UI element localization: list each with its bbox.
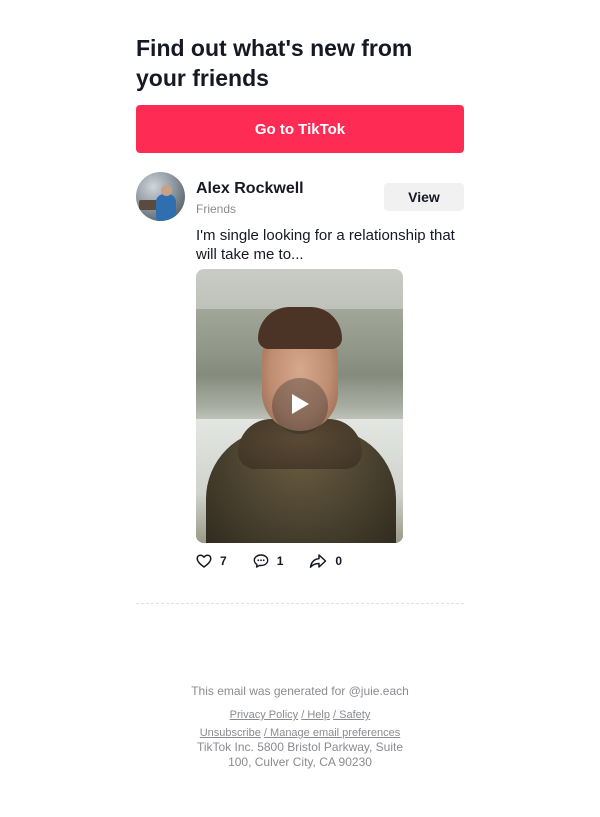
avatar-desk-shape [139, 200, 157, 210]
comment-icon [253, 553, 269, 569]
manage-preferences-link[interactable]: / Manage email preferences [264, 727, 400, 739]
heart-icon [196, 553, 212, 569]
shares-stat[interactable]: 0 [309, 553, 342, 569]
relation-label: Friends [196, 202, 237, 216]
video-hair-shape [258, 307, 342, 349]
comments-stat[interactable]: 1 [253, 553, 284, 569]
avatar-body-shape [156, 194, 176, 221]
footer-links-row-1: Privacy Policy / Help / Safety [0, 708, 600, 722]
play-icon [289, 392, 311, 421]
likes-stat[interactable]: 7 [196, 553, 227, 569]
video-thumbnail[interactable] [196, 269, 403, 543]
footer-links-row-2: Unsubscribe / Manage email preferences [0, 726, 600, 740]
comments-count: 1 [276, 554, 284, 568]
privacy-policy-link[interactable]: Privacy Policy [230, 709, 298, 721]
divider [136, 603, 464, 604]
safety-link[interactable]: / Safety [333, 709, 370, 721]
avatar-head-shape [161, 185, 172, 196]
page-title: Find out what's new from your friends [136, 35, 413, 91]
share-arrow-icon [309, 553, 327, 569]
help-link[interactable]: / Help [301, 709, 330, 721]
avatar[interactable] [136, 172, 185, 221]
generated-for-text: This email was generated for @juie.each [191, 684, 409, 698]
go-to-tiktok-button[interactable]: Go to TikTok [136, 105, 464, 153]
post-stats: 7 1 0 [196, 551, 368, 571]
author-name[interactable]: Alex Rockwell [196, 180, 304, 198]
likes-count: 7 [220, 554, 227, 568]
company-address: TikTok Inc. 5800 Bristol Parkway, Suite … [196, 740, 404, 769]
footer: This email was generated for @juie.each … [0, 684, 600, 770]
view-button[interactable]: View [384, 183, 464, 211]
post-caption: I'm single looking for a relationship th… [196, 227, 455, 263]
play-button[interactable] [272, 378, 328, 434]
shares-count: 0 [335, 554, 343, 568]
unsubscribe-link[interactable]: Unsubscribe [200, 727, 261, 739]
